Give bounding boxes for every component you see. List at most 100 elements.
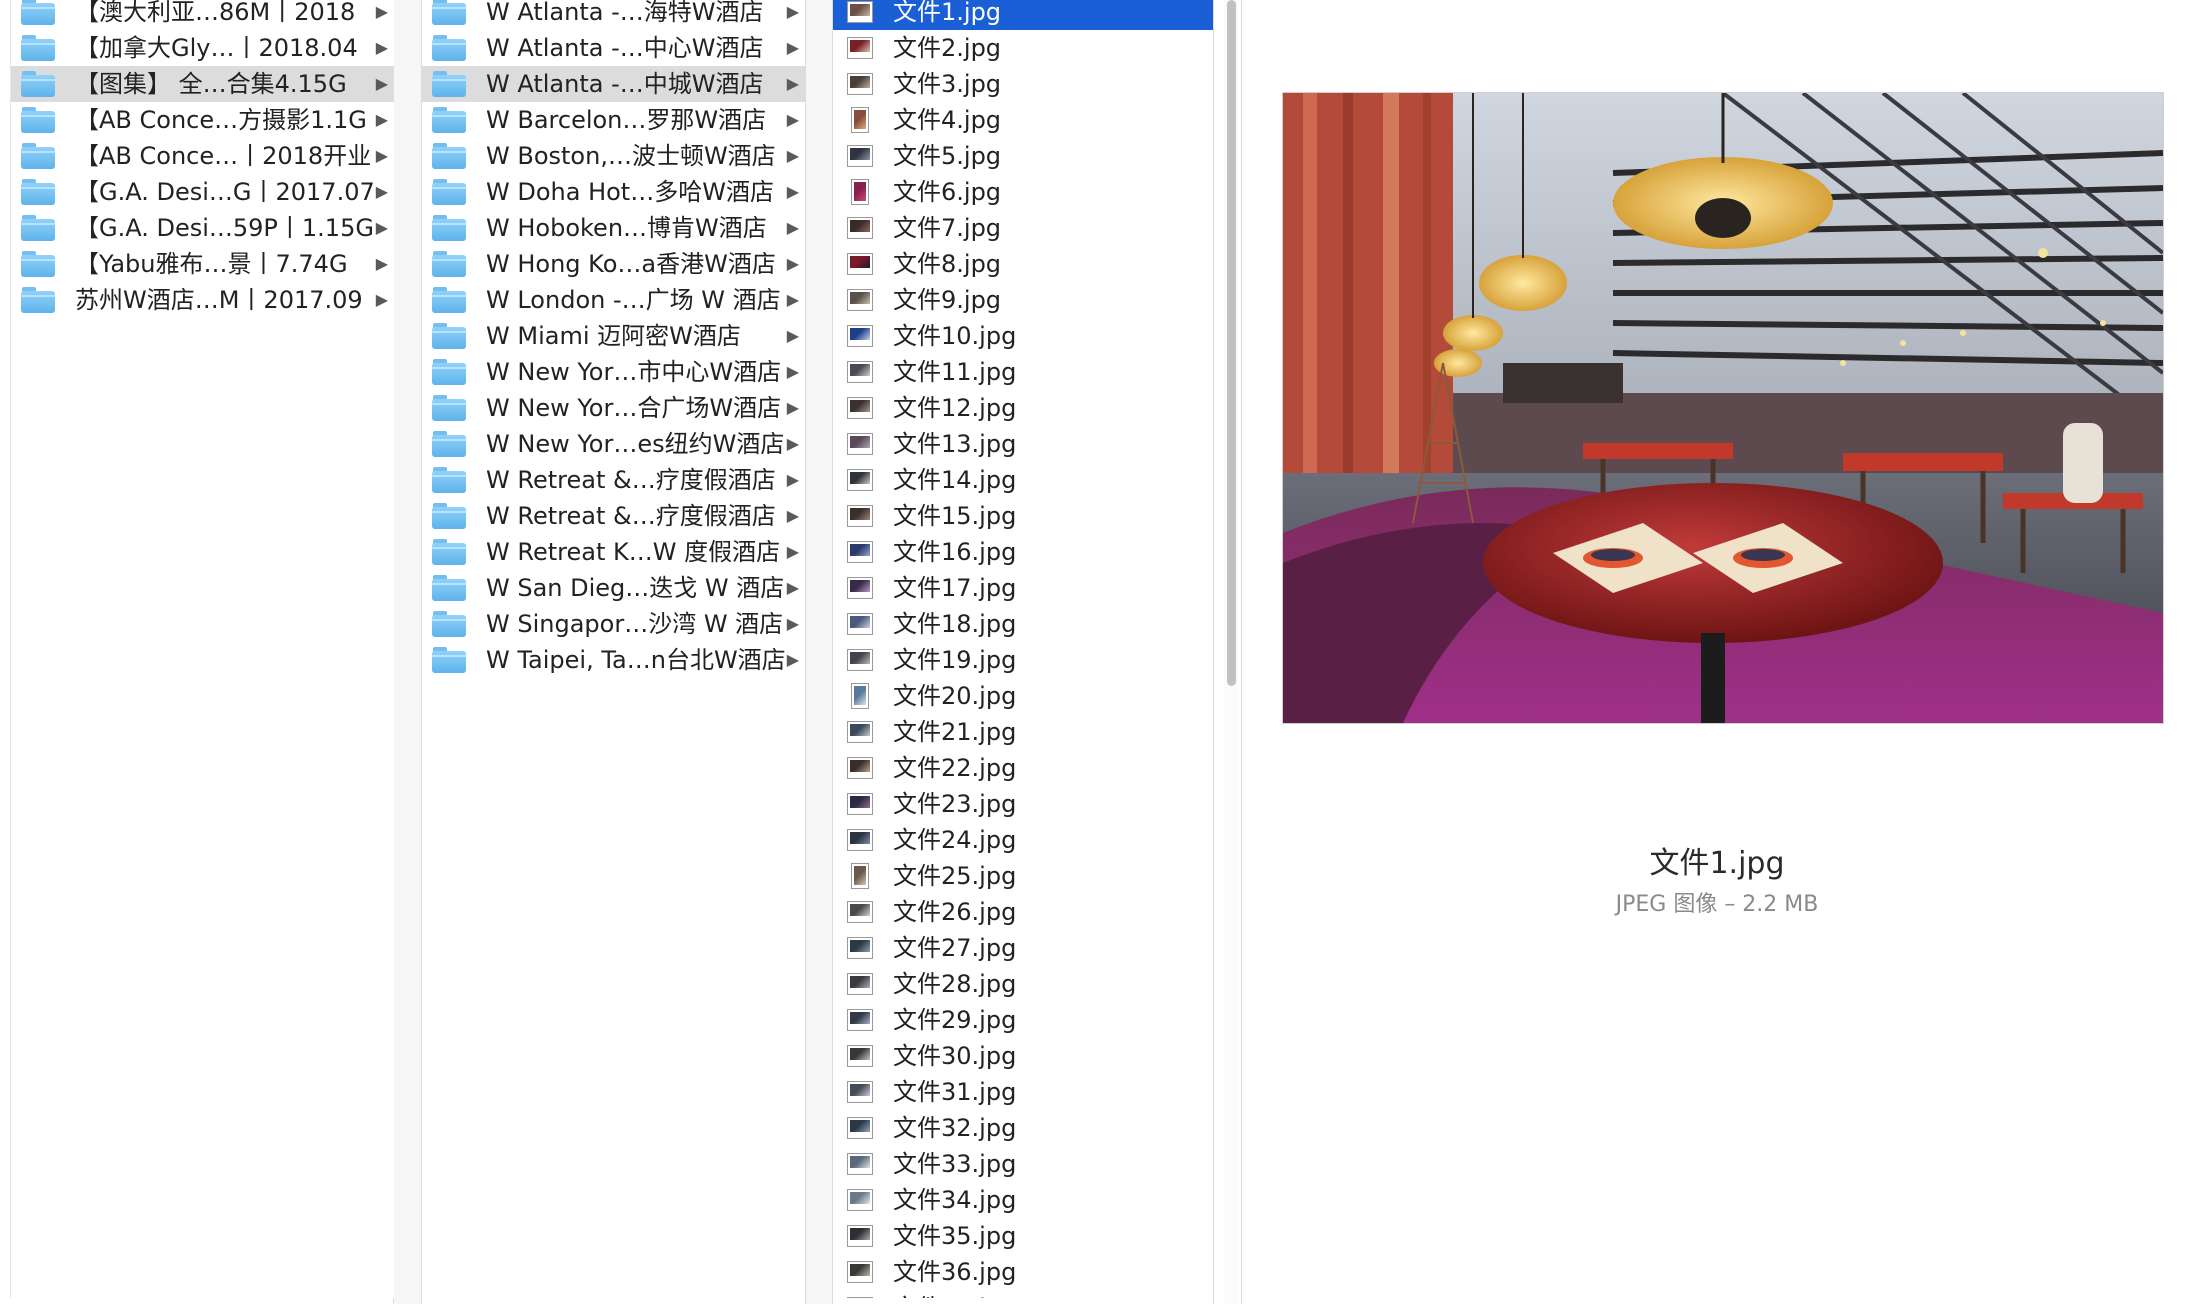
folder-row-col2[interactable]: W Retreat K…W 度假酒店 ▶ <box>422 534 805 570</box>
file-row[interactable]: 文件5.jpg <box>833 138 1213 174</box>
file-row[interactable]: 文件30.jpg <box>833 1038 1213 1074</box>
file-row[interactable]: 文件12.jpg <box>833 390 1213 426</box>
file-row[interactable]: 文件34.jpg <box>833 1182 1213 1218</box>
file-row[interactable]: 文件1.jpg <box>833 0 1213 30</box>
file-row[interactable]: 文件13.jpg <box>833 426 1213 462</box>
folder-row-col2[interactable]: W Taipei, Ta…n台北W酒店 ▶ <box>422 642 805 678</box>
folder-row-col1[interactable]: 【G.A. Desi…59P丨1.15G ▶ <box>11 210 394 246</box>
column-divider[interactable] <box>805 0 806 1304</box>
image-preview[interactable] <box>1282 92 2164 724</box>
file-row[interactable]: 文件7.jpg <box>833 210 1213 246</box>
folder-row-col1[interactable]: 【AB Conce…丨2018开业 ▶ <box>11 138 394 174</box>
preview-filename: 文件1.jpg <box>1649 846 1785 881</box>
file-row[interactable]: 文件24.jpg <box>833 822 1213 858</box>
file-row[interactable]: 文件35.jpg <box>833 1218 1213 1254</box>
file-row[interactable]: 文件31.jpg <box>833 1074 1213 1110</box>
folder-row-col1[interactable]: 苏州W酒店…M丨2017.09 ▶ <box>11 282 394 318</box>
disclosure-arrow-icon: ▶ <box>375 2 388 21</box>
folder-row-col2[interactable]: W New Yor…es纽约W酒店 ▶ <box>422 426 805 462</box>
disclosure-arrow-icon: ▶ <box>786 290 799 309</box>
folder-row-col2[interactable]: W Retreat &…疗度假酒店 ▶ <box>422 498 805 534</box>
disclosure-arrow-icon: ▶ <box>786 38 799 57</box>
file-row[interactable]: 文件18.jpg <box>833 606 1213 642</box>
folder-row-col2[interactable]: W Retreat &…疗度假酒店 ▶ <box>422 462 805 498</box>
column-gutter <box>805 0 833 1304</box>
file-row[interactable]: 文件2.jpg <box>833 30 1213 66</box>
folder-row-col1[interactable]: 【Yabu雅布…景丨7.74G ▶ <box>11 246 394 282</box>
folder-name: W New Yor…合广场W酒店 <box>486 394 782 422</box>
folder-row-col1[interactable]: 【AB Conce…方摄影1.1G ▶ <box>11 102 394 138</box>
file-row[interactable]: 文件26.jpg <box>833 894 1213 930</box>
folder-icon <box>21 71 55 97</box>
file-row[interactable]: 文件29.jpg <box>833 1002 1213 1038</box>
file-row[interactable]: 文件4.jpg <box>833 102 1213 138</box>
folder-row-col2[interactable]: W San Dieg…迭戈 W 酒店 ▶ <box>422 570 805 606</box>
file-name: 文件4.jpg <box>893 106 1002 134</box>
file-row[interactable]: 文件14.jpg <box>833 462 1213 498</box>
folder-name: W San Dieg…迭戈 W 酒店 <box>486 574 785 602</box>
restaurant-photo-preview <box>1283 93 2163 723</box>
folder-row-col2[interactable]: W Atlanta -…海特W酒店 ▶ <box>422 0 805 30</box>
file-row[interactable]: 文件20.jpg <box>833 678 1213 714</box>
folder-row-col2[interactable]: W Doha Hot…多哈W酒店 ▶ <box>422 174 805 210</box>
folder-name: W Retreat K…W 度假酒店 <box>486 538 781 566</box>
folder-icon <box>432 35 466 61</box>
file-list-scrollbar[interactable] <box>1224 0 1238 1304</box>
folder-row-col2[interactable]: W New Yor…市中心W酒店 ▶ <box>422 354 805 390</box>
folder-row-col2[interactable]: W Atlanta -…中心W酒店 ▶ <box>422 30 805 66</box>
folder-row-col2[interactable]: W London -…广场 W 酒店 ▶ <box>422 282 805 318</box>
folder-row-col2[interactable]: W Hong Ko…a香港W酒店 ▶ <box>422 246 805 282</box>
file-name: 文件15.jpg <box>893 502 1017 530</box>
file-row[interactable]: 文件36.jpg <box>833 1254 1213 1290</box>
folder-row-col2[interactable]: W Miami 迈阿密W酒店 ▶ <box>422 318 805 354</box>
folder-name: W Atlanta -…中心W酒店 <box>486 34 764 62</box>
folder-icon <box>432 539 466 565</box>
file-row[interactable]: 文件22.jpg <box>833 750 1213 786</box>
folder-row-col1[interactable]: 【G.A. Desi…G丨2017.07 ▶ <box>11 174 394 210</box>
folder-row-col2[interactable]: W Boston,…波士顿W酒店 ▶ <box>422 138 805 174</box>
file-row[interactable]: 文件16.jpg <box>833 534 1213 570</box>
file-row[interactable]: 文件23.jpg <box>833 786 1213 822</box>
file-row[interactable]: 文件9.jpg <box>833 282 1213 318</box>
file-name: 文件8.jpg <box>893 250 1002 278</box>
column-divider[interactable] <box>1213 0 1214 1304</box>
disclosure-arrow-icon: ▶ <box>786 182 799 201</box>
file-row[interactable]: 文件27.jpg <box>833 930 1213 966</box>
folder-icon <box>432 251 466 277</box>
file-row[interactable]: 文件6.jpg <box>833 174 1213 210</box>
folder-row-col2[interactable]: W Singapor…沙湾 W 酒店 ▶ <box>422 606 805 642</box>
file-row[interactable]: 文件33.jpg <box>833 1146 1213 1182</box>
file-row[interactable]: 文件17.jpg <box>833 570 1213 606</box>
folder-icon <box>21 215 55 241</box>
folder-icon <box>21 143 55 169</box>
file-row[interactable]: 文件8.jpg <box>833 246 1213 282</box>
file-row[interactable]: 文件10.jpg <box>833 318 1213 354</box>
preview-file-info: JPEG 图像 – 2.2 MB <box>1615 892 1819 917</box>
folder-row-col2[interactable]: W New Yor…合广场W酒店 ▶ <box>422 390 805 426</box>
folder-row-col2[interactable]: W Atlanta -…中城W酒店 ▶ <box>422 66 805 102</box>
folder-row-col1[interactable]: 【加拿大Gly…丨2018.04 ▶ <box>11 30 394 66</box>
file-row[interactable]: 文件19.jpg <box>833 642 1213 678</box>
file-row[interactable]: 文件11.jpg <box>833 354 1213 390</box>
folder-row-col1[interactable]: 【图集】 全…合集4.15G ▶ <box>11 66 394 102</box>
file-row[interactable]: 文件3.jpg <box>833 66 1213 102</box>
scrollbar-thumb[interactable] <box>1227 0 1236 686</box>
file-row[interactable]: 文件21.jpg <box>833 714 1213 750</box>
file-row[interactable]: 文件28.jpg <box>833 966 1213 1002</box>
folder-row-col1[interactable]: 【澳大利亚…86M丨2018 ▶ <box>11 0 394 30</box>
file-row[interactable]: 文件32.jpg <box>833 1110 1213 1146</box>
folder-name: W Hoboken…博肯W酒店 <box>486 214 767 242</box>
file-row[interactable]: 文件25.jpg <box>833 858 1213 894</box>
image-thumbnail-icon <box>847 721 873 743</box>
disclosure-arrow-icon: ▶ <box>786 2 799 21</box>
file-name: 文件33.jpg <box>893 1150 1017 1178</box>
folder-name: 苏州W酒店…M丨2017.09 <box>75 286 363 314</box>
disclosure-arrow-icon: ▶ <box>786 146 799 165</box>
folder-icon <box>432 71 466 97</box>
folder-row-col2[interactable]: W Hoboken…博肯W酒店 ▶ <box>422 210 805 246</box>
file-name: 文件18.jpg <box>893 610 1017 638</box>
folder-row-col2[interactable]: W Barcelon…罗那W酒店 ▶ <box>422 102 805 138</box>
file-row[interactable]: 文件37.jpg <box>833 1290 1213 1298</box>
file-row[interactable]: 文件15.jpg <box>833 498 1213 534</box>
file-name: 文件29.jpg <box>893 1006 1017 1034</box>
